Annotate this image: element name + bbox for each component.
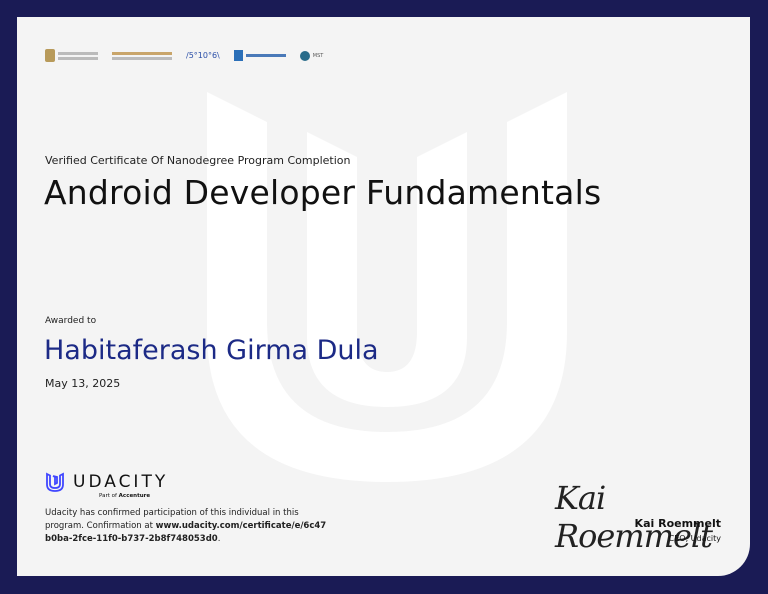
- part-of-accenture: Part of Accenture: [99, 493, 150, 499]
- completion-date: May 13, 2025: [45, 377, 121, 390]
- udacity-wordmark: UDACITY: [73, 472, 169, 492]
- signer-role: CEO, Udacity: [668, 534, 721, 543]
- accenture-label: Accenture: [118, 493, 151, 499]
- certificate-card: /5°10°6\ MST Verified Certificate Of Nan…: [17, 17, 750, 576]
- signer-name: Kai Roemmelt: [634, 517, 721, 530]
- udacity-watermark-icon: [207, 92, 567, 482]
- arabic-text-logo: [112, 51, 172, 60]
- udacity-u-icon: [46, 472, 64, 492]
- mst-logo: MST: [299, 50, 323, 61]
- uae-emblem-logo: [45, 49, 98, 62]
- udacity-logo: UDACITY: [45, 472, 168, 492]
- dubai-future-logo: [233, 50, 286, 61]
- awarded-label: Awarded to: [45, 316, 97, 326]
- partner-logos: /5°10°6\ MST: [45, 49, 323, 62]
- program-title: Android Developer Fundamentals: [44, 173, 602, 212]
- certificate-subtitle: Verified Certificate Of Nanodegree Progr…: [45, 154, 351, 167]
- recipient-name: Habitaferash Girma Dula: [44, 335, 379, 366]
- confirmation-text: Udacity has confirmed participation of t…: [45, 507, 330, 546]
- part-of-label: Part of: [99, 493, 117, 499]
- 5-10-6-logo: /5°10°6\: [186, 51, 220, 60]
- confirmation-end: .: [217, 534, 221, 544]
